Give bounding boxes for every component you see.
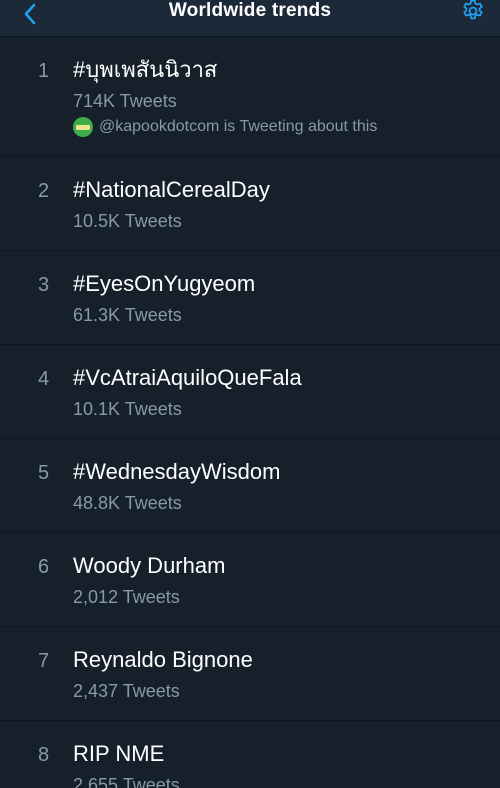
context-text: @kapookdotcom is Tweeting about this — [99, 118, 378, 135]
trends-list: 1 #บุพเพสันนิวาส 714K Tweets @kapookdotc… — [0, 37, 500, 788]
trend-rank: 2 — [38, 180, 50, 202]
top-bar: Worldwide trends — [0, 0, 500, 37]
trend-name: #บุพเพสันนิวาส — [73, 57, 218, 82]
avatar — [73, 117, 93, 137]
trend-item[interactable]: 2 #NationalCerealDay 10.5K Tweets — [0, 157, 500, 251]
page-title: Worldwide trends — [168, 0, 332, 21]
trend-name: Reynaldo Bignone — [73, 647, 253, 672]
tweet-count: 48.8K Tweets — [73, 493, 182, 513]
trend-item[interactable]: 6 Woody Durham 2,012 Tweets — [0, 533, 500, 627]
trend-name: Woody Durham — [73, 553, 226, 578]
trend-item[interactable]: 5 #WednesdayWisdom 48.8K Tweets — [0, 439, 500, 533]
trend-rank: 1 — [38, 60, 50, 82]
trend-item[interactable]: 7 Reynaldo Bignone 2,437 Tweets — [0, 627, 500, 721]
trend-rank: 3 — [38, 274, 50, 296]
tweet-count: 2,012 Tweets — [73, 587, 180, 607]
trend-item[interactable]: 4 #VcAtraiAquiloQueFala 10.1K Tweets — [0, 345, 500, 439]
tweet-count: 2,655 Tweets — [73, 775, 180, 788]
gear-icon — [463, 0, 483, 20]
trend-context: @kapookdotcom is Tweeting about this — [73, 117, 377, 137]
trend-name: #EyesOnYugyeom — [73, 271, 256, 296]
trend-name: RIP NME — [73, 741, 165, 766]
trend-name: #NationalCerealDay — [73, 177, 270, 202]
trend-item[interactable]: 1 #บุพเพสันนิวาส 714K Tweets @kapookdotc… — [0, 37, 500, 157]
tweet-count: 10.5K Tweets — [73, 211, 182, 231]
trend-rank: 6 — [38, 556, 50, 578]
trend-item[interactable]: 3 #EyesOnYugyeom 61.3K Tweets — [0, 251, 500, 345]
trend-rank: 8 — [38, 744, 50, 766]
settings-button[interactable] — [458, 0, 488, 26]
trend-name: #WednesdayWisdom — [73, 459, 281, 484]
tweet-count: 714K Tweets — [73, 91, 177, 111]
tweet-count: 61.3K Tweets — [73, 305, 182, 325]
tweet-count: 2,437 Tweets — [73, 681, 180, 701]
trend-item[interactable]: 8 RIP NME 2,655 Tweets — [0, 721, 500, 788]
trend-rank: 4 — [38, 368, 50, 390]
trend-name: #VcAtraiAquiloQueFala — [73, 365, 302, 390]
trend-rank: 7 — [38, 650, 50, 672]
tweet-count: 10.1K Tweets — [73, 399, 182, 419]
trend-rank: 5 — [38, 462, 50, 484]
